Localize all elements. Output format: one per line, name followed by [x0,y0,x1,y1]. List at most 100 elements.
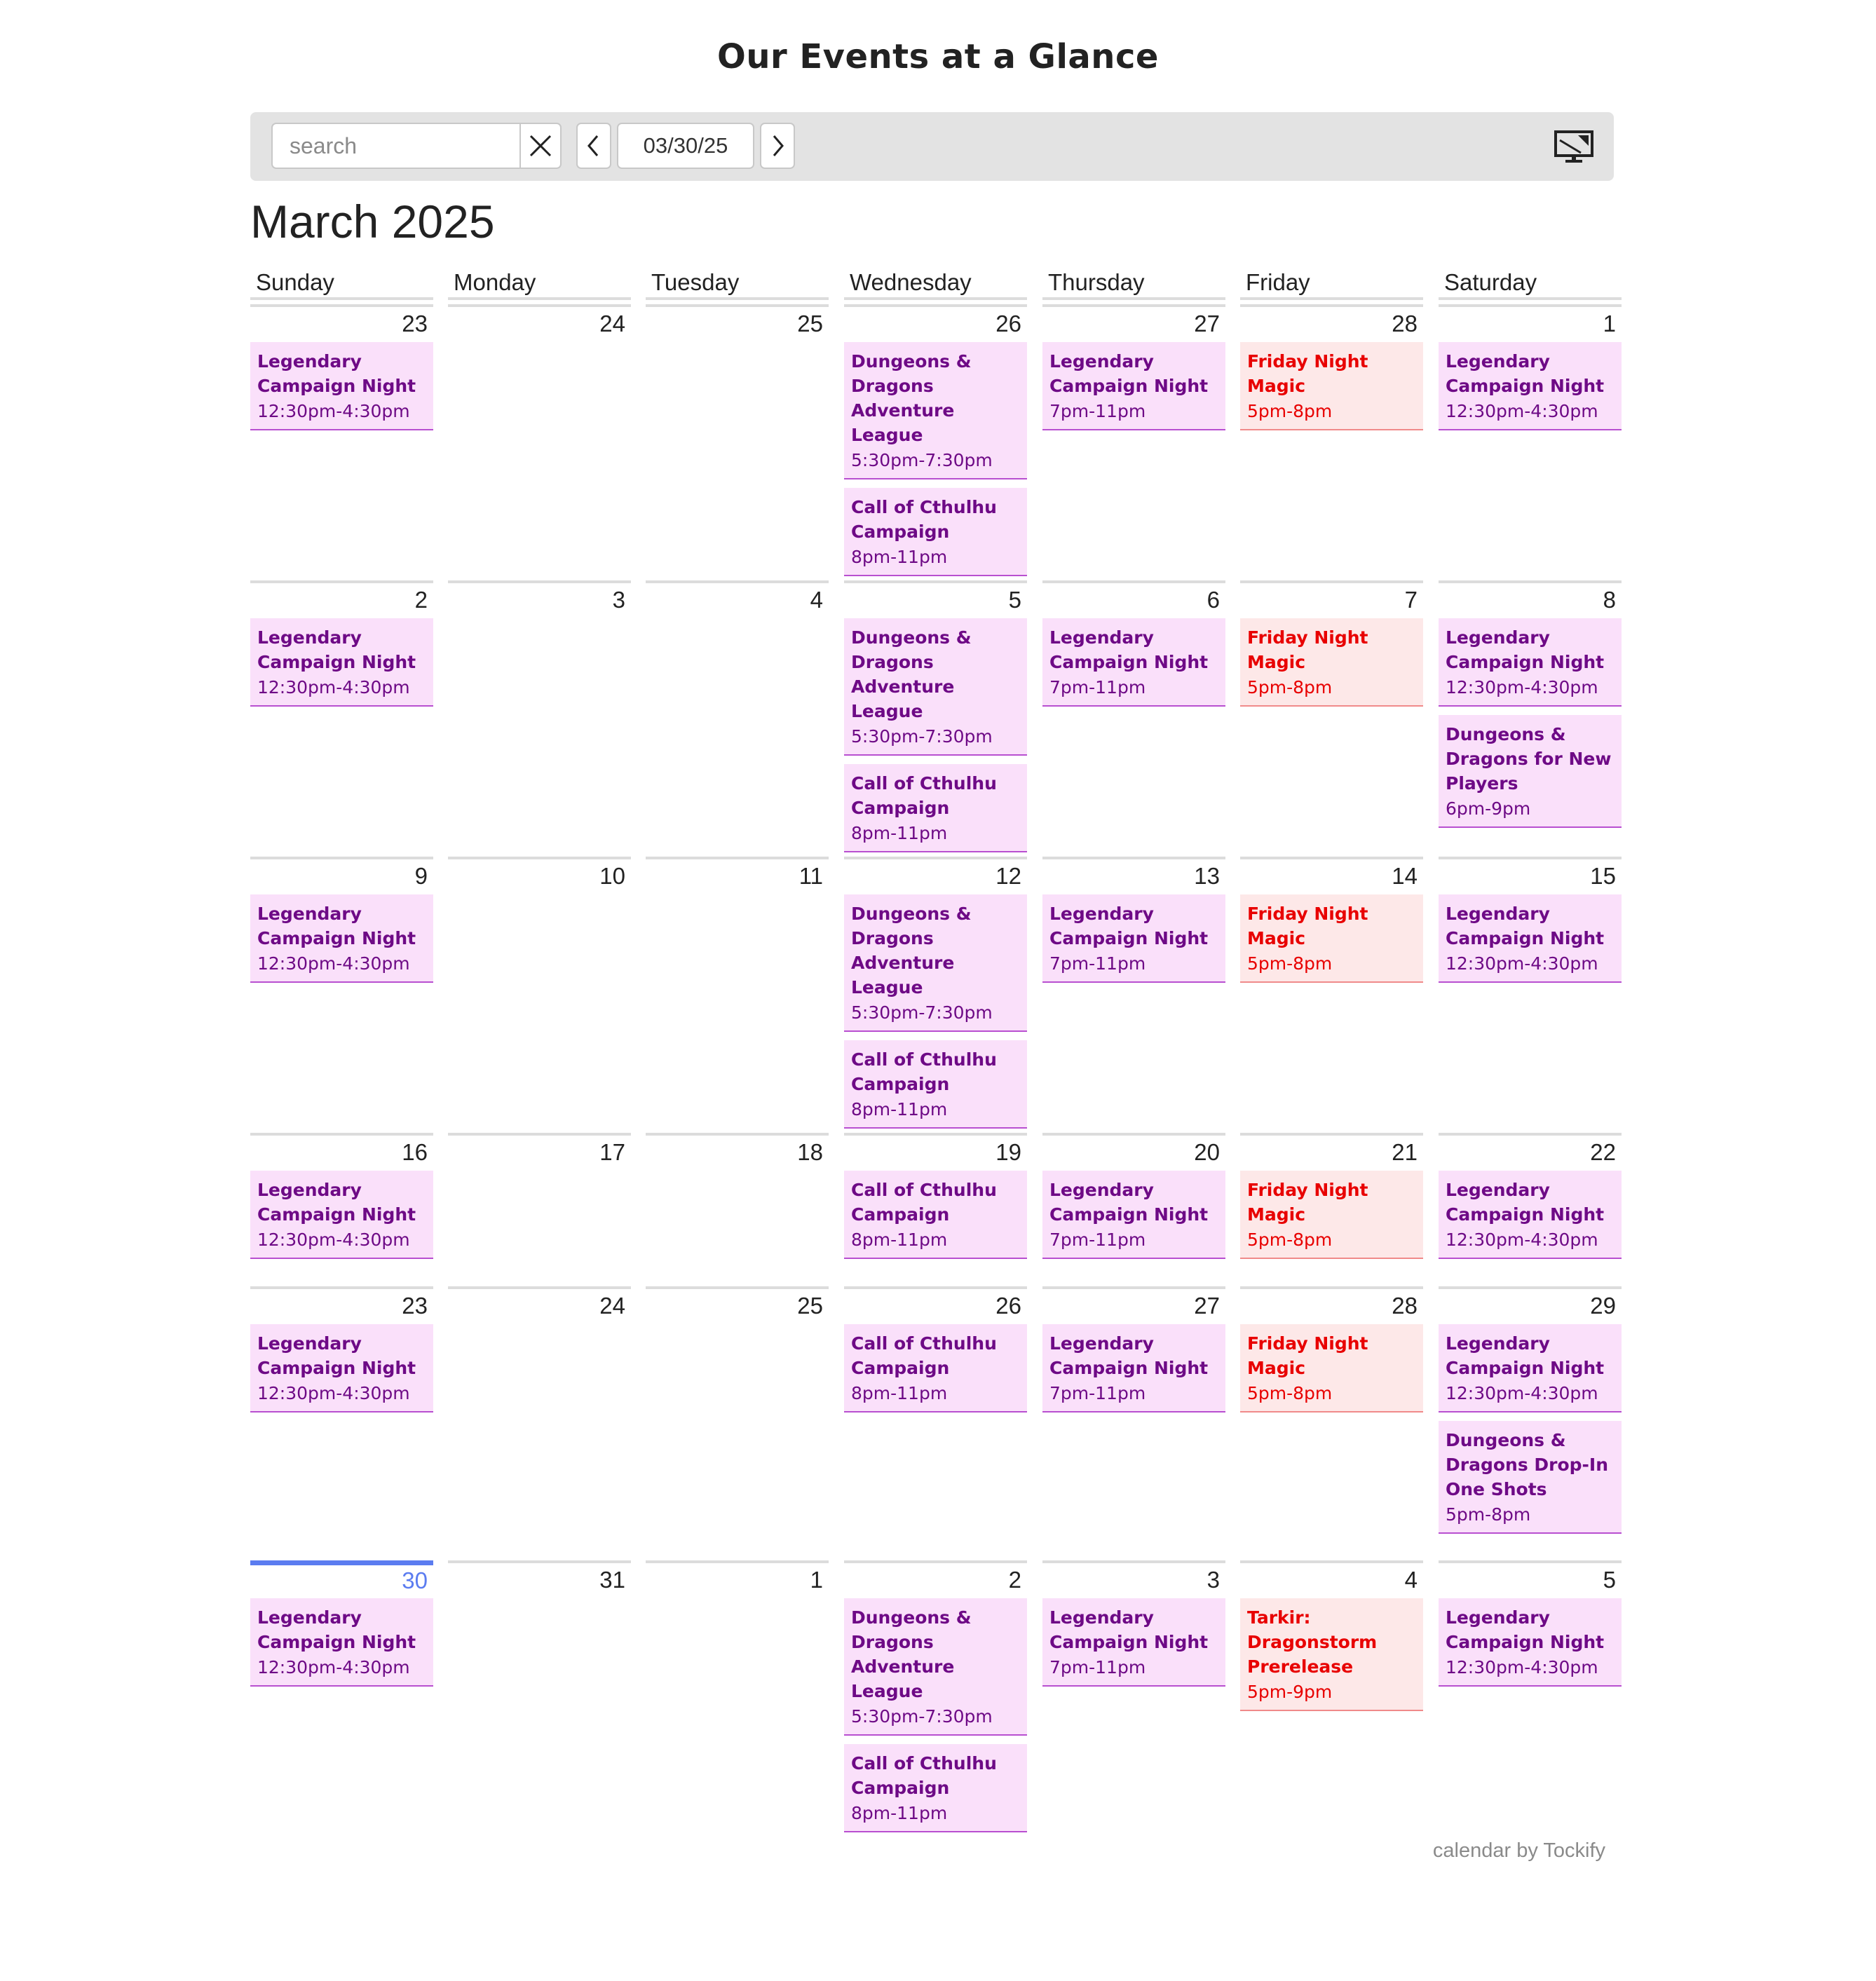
day-number[interactable]: 14 [1240,857,1423,892]
event-card[interactable]: Legendary Campaign Night 12:30pm-4:30pm [1439,1598,1622,1687]
day-number[interactable]: 3 [1042,1560,1225,1595]
day-number[interactable]: 28 [1240,304,1423,339]
event-card[interactable]: Legendary Campaign Night 12:30pm-4:30pm [1439,1324,1622,1412]
chevron-left-icon [587,135,599,156]
day-number[interactable]: 24 [448,304,631,339]
day-number[interactable]: 12 [844,857,1027,892]
event-card[interactable]: Dungeons & Dragons for New Players 6pm-9p… [1439,715,1622,828]
day-number[interactable]: 3 [448,580,631,615]
event-card[interactable]: Dungeons & Dragons Adventure League 5:30p… [844,1598,1027,1736]
day-number[interactable]: 7 [1240,580,1423,615]
day-number[interactable]: 19 [844,1133,1027,1168]
clear-search-button[interactable] [519,123,562,169]
day-number[interactable]: 27 [1042,1286,1225,1321]
event-card[interactable]: Dungeons & Dragons Adventure League 5:30p… [844,894,1027,1032]
day-number[interactable]: 20 [1042,1133,1225,1168]
monitor-icon [1554,130,1593,163]
event-card[interactable]: Call of Cthulhu Campaign 8pm-11pm [844,1744,1027,1832]
day-number[interactable]: 2 [844,1560,1027,1595]
day-number[interactable]: 13 [1042,857,1225,892]
day-number[interactable]: 18 [646,1133,829,1168]
day-number[interactable]: 16 [250,1133,433,1168]
event-time: 6pm-9pm [1446,798,1531,819]
event-card[interactable]: Legendary Campaign Night 12:30pm-4:30pm [250,342,433,430]
event-time: 7pm-11pm [1049,401,1146,421]
day-number[interactable]: 22 [1439,1133,1622,1168]
event-card[interactable]: Legendary Campaign Night 7pm-11pm [1042,1171,1225,1259]
chevron-right-icon [773,135,784,156]
day-number[interactable]: 29 [1439,1286,1622,1321]
day-number[interactable]: 25 [646,304,829,339]
day-number[interactable]: 28 [1240,1286,1423,1321]
day-number[interactable]: 15 [1439,857,1622,892]
day-number[interactable]: 23 [250,304,433,339]
day-number[interactable]: 23 [250,1286,433,1321]
event-card[interactable]: Call of Cthulhu Campaign 8pm-11pm [844,488,1027,576]
event-card[interactable]: Legendary Campaign Night 12:30pm-4:30pm [250,618,433,707]
event-card[interactable]: Legendary Campaign Night 7pm-11pm [1042,1598,1225,1687]
event-card[interactable]: Call of Cthulhu Campaign 8pm-11pm [844,1040,1027,1129]
event-card[interactable]: Legendary Campaign Night 7pm-11pm [1042,894,1225,983]
weekday-header-saturday: Saturday [1439,265,1622,300]
day-number[interactable]: 26 [844,304,1027,339]
event-card[interactable]: Friday Night Magic 5pm-8pm [1240,894,1423,983]
day-number[interactable]: 31 [448,1560,631,1595]
event-card[interactable]: Tarkir: Dragonstorm Prerelease 5pm-9pm [1240,1598,1423,1711]
day-number-today[interactable]: 30 [250,1560,433,1595]
day-number[interactable]: 5 [1439,1560,1622,1595]
tockify-credit-link[interactable]: calendar by Tockify [1433,1839,1605,1863]
event-title: Friday Night Magic [1247,1333,1368,1378]
weekday-header-sunday: Sunday [250,265,433,300]
day-number[interactable]: 2 [250,580,433,615]
event-title: Legendary Campaign Night [257,627,416,672]
month-title: March 2025 [250,196,495,247]
event-card[interactable]: Call of Cthulhu Campaign 8pm-11pm [844,1171,1027,1259]
day-number[interactable]: 17 [448,1133,631,1168]
day-number[interactable]: 10 [448,857,631,892]
event-card[interactable]: Legendary Campaign Night 12:30pm-4:30pm [250,894,433,983]
day-number[interactable]: 5 [844,580,1027,615]
day-number[interactable]: 9 [250,857,433,892]
event-title: Legendary Campaign Night [257,904,416,948]
event-card[interactable]: Friday Night Magic 5pm-8pm [1240,342,1423,430]
event-card[interactable]: Legendary Campaign Night 12:30pm-4:30pm [250,1598,433,1687]
day-number[interactable]: 21 [1240,1133,1423,1168]
day-number[interactable]: 4 [646,580,829,615]
prev-month-button[interactable] [576,123,611,169]
day-number[interactable]: 11 [646,857,829,892]
event-time: 12:30pm-4:30pm [257,401,410,421]
weekday-header-friday: Friday [1240,265,1423,300]
day-number[interactable]: 1 [1439,304,1622,339]
date-display[interactable]: 03/30/25 [617,123,754,169]
event-title: Legendary Campaign Night [1446,627,1605,672]
day-number[interactable]: 27 [1042,304,1225,339]
event-card[interactable]: Friday Night Magic 5pm-8pm [1240,1324,1423,1412]
display-mode-button[interactable] [1553,129,1595,164]
event-card[interactable]: Call of Cthulhu Campaign 8pm-11pm [844,764,1027,852]
event-card[interactable]: Legendary Campaign Night 12:30pm-4:30pm [1439,1171,1622,1259]
event-card[interactable]: Dungeons & Dragons Adventure League 5:30p… [844,342,1027,479]
next-month-button[interactable] [760,123,795,169]
event-card[interactable]: Legendary Campaign Night 12:30pm-4:30pm [250,1324,433,1412]
event-card[interactable]: Legendary Campaign Night 7pm-11pm [1042,1324,1225,1412]
day-number[interactable]: 24 [448,1286,631,1321]
day-number[interactable]: 26 [844,1286,1027,1321]
day-number[interactable]: 25 [646,1286,829,1321]
event-card[interactable]: Legendary Campaign Night 12:30pm-4:30pm [250,1171,433,1259]
event-card[interactable]: Call of Cthulhu Campaign 8pm-11pm [844,1324,1027,1412]
day-number[interactable]: 6 [1042,580,1225,615]
day-number[interactable]: 4 [1240,1560,1423,1595]
search-input[interactable] [271,123,521,169]
event-card[interactable]: Legendary Campaign Night 7pm-11pm [1042,342,1225,430]
event-card[interactable]: Legendary Campaign Night 12:30pm-4:30pm [1439,342,1622,430]
day-number[interactable]: 8 [1439,580,1622,615]
event-card[interactable]: Friday Night Magic 5pm-8pm [1240,1171,1423,1259]
event-card[interactable]: Friday Night Magic 5pm-8pm [1240,618,1423,707]
event-card[interactable]: Legendary Campaign Night 12:30pm-4:30pm [1439,618,1622,707]
event-card[interactable]: Dungeons & Dragons Drop-In One Shots 5pm-… [1439,1421,1622,1534]
event-time: 12:30pm-4:30pm [257,677,410,697]
event-card[interactable]: Legendary Campaign Night 7pm-11pm [1042,618,1225,707]
day-number[interactable]: 1 [646,1560,829,1595]
event-card[interactable]: Dungeons & Dragons Adventure League 5:30p… [844,618,1027,756]
event-card[interactable]: Legendary Campaign Night 12:30pm-4:30pm [1439,894,1622,983]
